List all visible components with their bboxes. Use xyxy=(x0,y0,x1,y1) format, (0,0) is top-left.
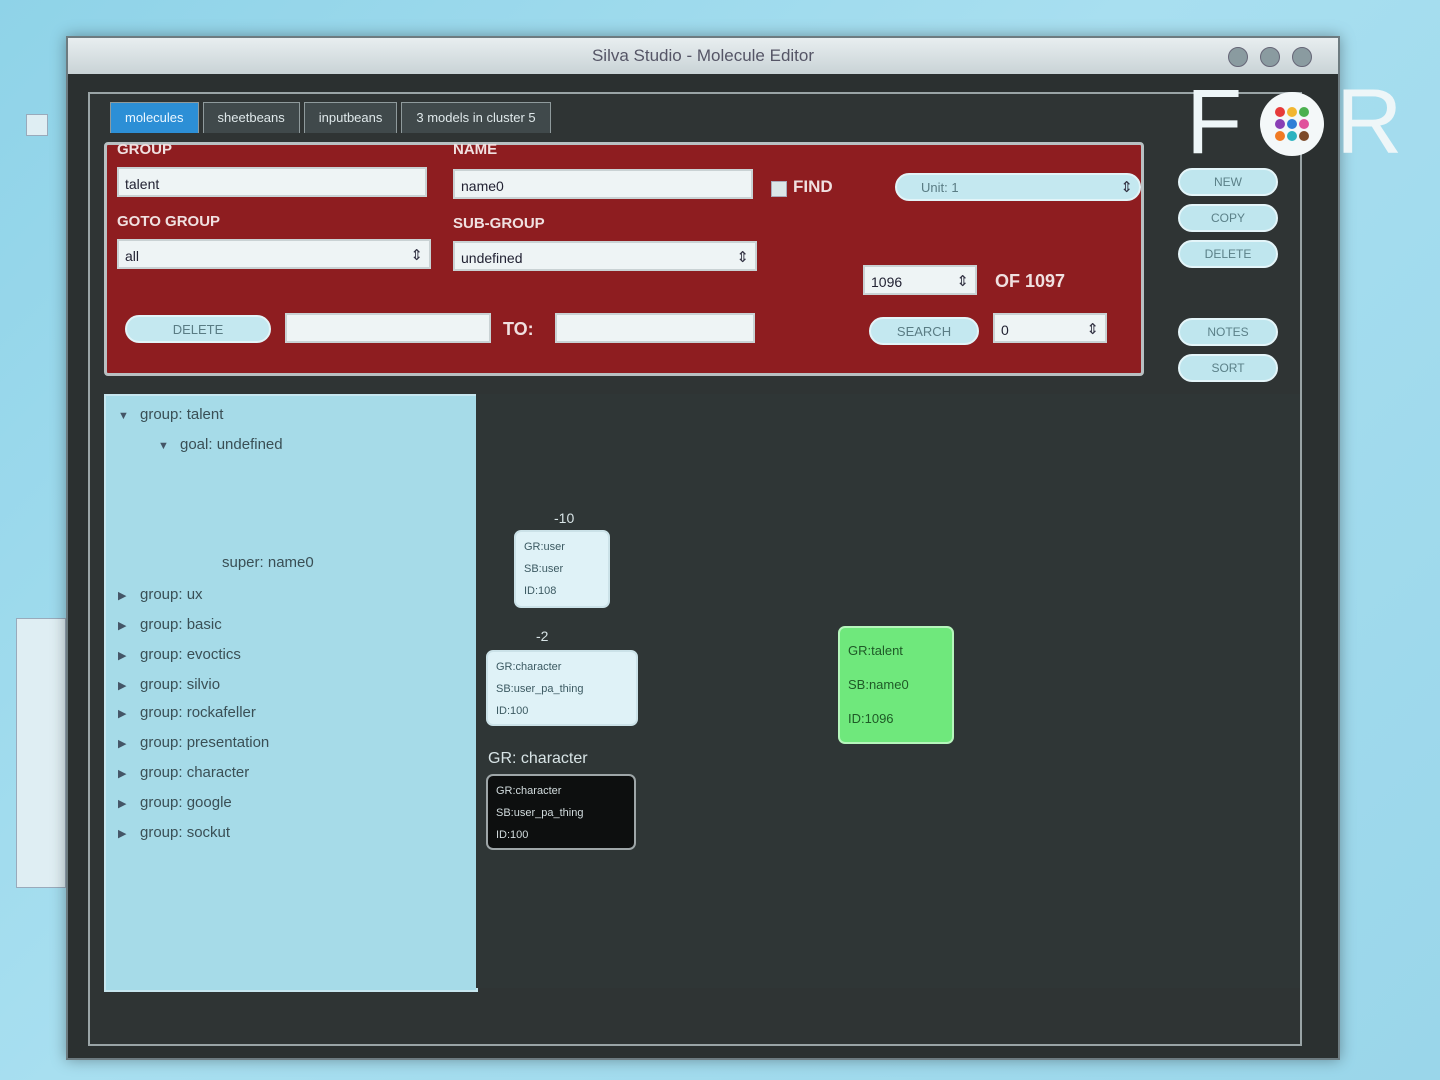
close-button[interactable] xyxy=(1292,47,1312,67)
subgroup-label: SUB-GROUP xyxy=(453,215,545,232)
collapse-arrow-icon[interactable]: ▶ xyxy=(118,737,140,750)
logo-letter: F xyxy=(1186,71,1243,173)
molecule-node[interactable]: GR:user SB:user ID:108 xyxy=(514,530,610,608)
goto-group-select[interactable]: all xyxy=(117,239,431,271)
find-label: FIND xyxy=(793,177,833,196)
molecule-canvas[interactable]: -10 GR:user SB:user ID:108 -2 GR:charact… xyxy=(476,394,1300,988)
tree-item-group[interactable]: ▶ group: basic xyxy=(118,616,222,633)
delete-from-field[interactable] xyxy=(285,313,491,343)
node-line: SB:name0 xyxy=(848,677,909,692)
node-line: ID:100 xyxy=(496,829,529,841)
find-checkbox[interactable] xyxy=(771,181,787,197)
total-count: OF 1097 xyxy=(995,271,1066,291)
collapse-arrow-icon[interactable]: ▶ xyxy=(118,827,140,840)
collapse-arrow-icon[interactable]: ▶ xyxy=(118,707,140,720)
tree-item-group[interactable]: ▶ group: silvio xyxy=(118,676,220,693)
tree-item-group[interactable]: ▶ group: rockafeller xyxy=(118,704,256,721)
search-stepper[interactable]: 0 xyxy=(993,313,1107,345)
expand-arrow-icon[interactable]: ▼ xyxy=(158,440,180,452)
to-label: TO: xyxy=(503,319,534,339)
tab-sheetbeans[interactable]: sheetbeans xyxy=(202,102,300,133)
expand-arrow-icon[interactable]: ▼ xyxy=(118,410,140,422)
group-field[interactable]: talent xyxy=(117,167,427,197)
tree-item-child[interactable]: ▼ goal: undefined xyxy=(158,436,283,453)
tree-item-group[interactable]: ▶ group: ux xyxy=(118,586,203,603)
node-line: SB:user xyxy=(524,563,564,575)
tree-item-group[interactable]: ▶ group: evoctics xyxy=(118,646,241,663)
tree-item-root[interactable]: ▼ group: talent xyxy=(118,406,223,423)
molecule-properties-panel: GROUP talent NAME name0 FIND Unit: 1 GOT… xyxy=(104,141,1144,376)
tree-item-label: group: evoctics xyxy=(140,646,241,663)
delete-button[interactable]: DELETE xyxy=(1178,240,1278,268)
title-bar[interactable]: Silva Studio - Molecule Editor xyxy=(68,38,1338,74)
molecule-node[interactable]: GR:character SB:user_pa_thing ID:100 xyxy=(486,650,638,726)
zoom-button[interactable] xyxy=(1260,47,1280,67)
editor-content: molecules sheetbeans inputbeans 3 models… xyxy=(88,92,1302,1046)
tree-item-label: group: presentation xyxy=(140,734,270,751)
collapse-arrow-icon[interactable]: ▶ xyxy=(118,797,140,810)
node-line: GR:character xyxy=(496,661,562,673)
node-label: -2 xyxy=(536,628,549,644)
notes-button[interactable]: NOTES xyxy=(1178,318,1278,346)
tree-item-label: group: talent xyxy=(140,406,224,423)
watermark-logo: F R xyxy=(1186,71,1440,173)
collapse-arrow-icon[interactable]: ▶ xyxy=(118,619,140,632)
collapse-arrow-icon[interactable]: ▶ xyxy=(118,767,140,780)
editor-window: Silva Studio - Molecule Editor molecules… xyxy=(66,36,1340,1060)
tree-item-label: group: basic xyxy=(140,616,222,633)
molecule-node[interactable]: GR:character SB:user_pa_thing ID:100 xyxy=(486,774,636,850)
node-line: SB:user_pa_thing xyxy=(496,683,584,695)
window-title: Silva Studio - Molecule Editor xyxy=(591,46,815,65)
node-line: GR:talent xyxy=(848,643,903,658)
node-line: GR:character xyxy=(496,785,562,797)
tree-item-label: super: name0 xyxy=(222,554,314,571)
collapse-arrow-icon[interactable]: ▶ xyxy=(118,679,140,692)
copy-button[interactable]: COPY xyxy=(1178,204,1278,232)
tab-bar: molecules sheetbeans inputbeans 3 models… xyxy=(110,98,555,136)
tree-item-label: group: character xyxy=(140,764,250,781)
sort-button[interactable]: SORT xyxy=(1178,354,1278,382)
collapse-arrow-icon[interactable]: ▶ xyxy=(118,649,140,662)
tree-item-label: goal: undefined xyxy=(180,436,283,453)
tree-item-group[interactable]: ▶ group: presentation xyxy=(118,734,269,751)
tree-item-leaf[interactable]: super: name0 xyxy=(222,554,314,571)
minimize-button[interactable] xyxy=(1228,47,1248,67)
selected-molecule-node[interactable]: GR:talent SB:name0 ID:1096 xyxy=(838,626,954,744)
node-label: -10 xyxy=(554,510,575,526)
node-line: ID:1096 xyxy=(848,711,894,726)
node-line: SB:user_pa_thing xyxy=(496,807,584,819)
delete-to-field[interactable] xyxy=(555,313,755,343)
find-select[interactable]: Unit: 1 xyxy=(895,173,1141,201)
search-button[interactable]: SEARCH xyxy=(869,317,979,345)
logo-letter: R xyxy=(1336,71,1403,173)
tab-inputbeans[interactable]: inputbeans xyxy=(303,102,398,133)
tree-item-label: group: ux xyxy=(140,586,203,603)
name-label: NAME xyxy=(453,141,498,158)
group-tree: ▼ group: talent ▼ goal: undefined super: n… xyxy=(104,394,478,992)
goto-group-label: GOTO GROUP xyxy=(117,213,221,230)
name-field[interactable]: name0 xyxy=(453,169,753,199)
tree-item-group[interactable]: ▶ group: sockut xyxy=(118,824,230,841)
node-line: ID:108 xyxy=(524,585,557,597)
subgroup-select[interactable]: undefined xyxy=(453,241,757,273)
tree-item-label: group: google xyxy=(140,794,232,811)
tree-item-label: group: silvio xyxy=(140,676,221,693)
tree-item-group[interactable]: ▶ group: google xyxy=(118,794,232,811)
desktop-window-fragment xyxy=(16,618,66,888)
desktop-toolbar-fragment xyxy=(26,114,48,136)
delete-range-button[interactable]: DELETE xyxy=(125,315,271,343)
tree-item-label: group: sockut xyxy=(140,824,231,841)
tree-item-label: group: rockafeller xyxy=(140,704,256,721)
tab-cluster-models[interactable]: 3 models in cluster 5 xyxy=(401,102,551,133)
collapse-arrow-icon[interactable]: ▶ xyxy=(118,589,140,602)
node-line: ID:100 xyxy=(496,705,529,717)
node-line: GR:user xyxy=(524,541,565,553)
logo-dot-grid-icon xyxy=(1260,92,1324,156)
tree-item-group[interactable]: ▶ group: character xyxy=(118,764,249,781)
group-label: GROUP xyxy=(117,141,173,158)
tab-molecules[interactable]: molecules xyxy=(110,102,199,133)
node-label: GR: character xyxy=(488,750,588,767)
index-stepper[interactable]: 1096 xyxy=(863,265,977,297)
